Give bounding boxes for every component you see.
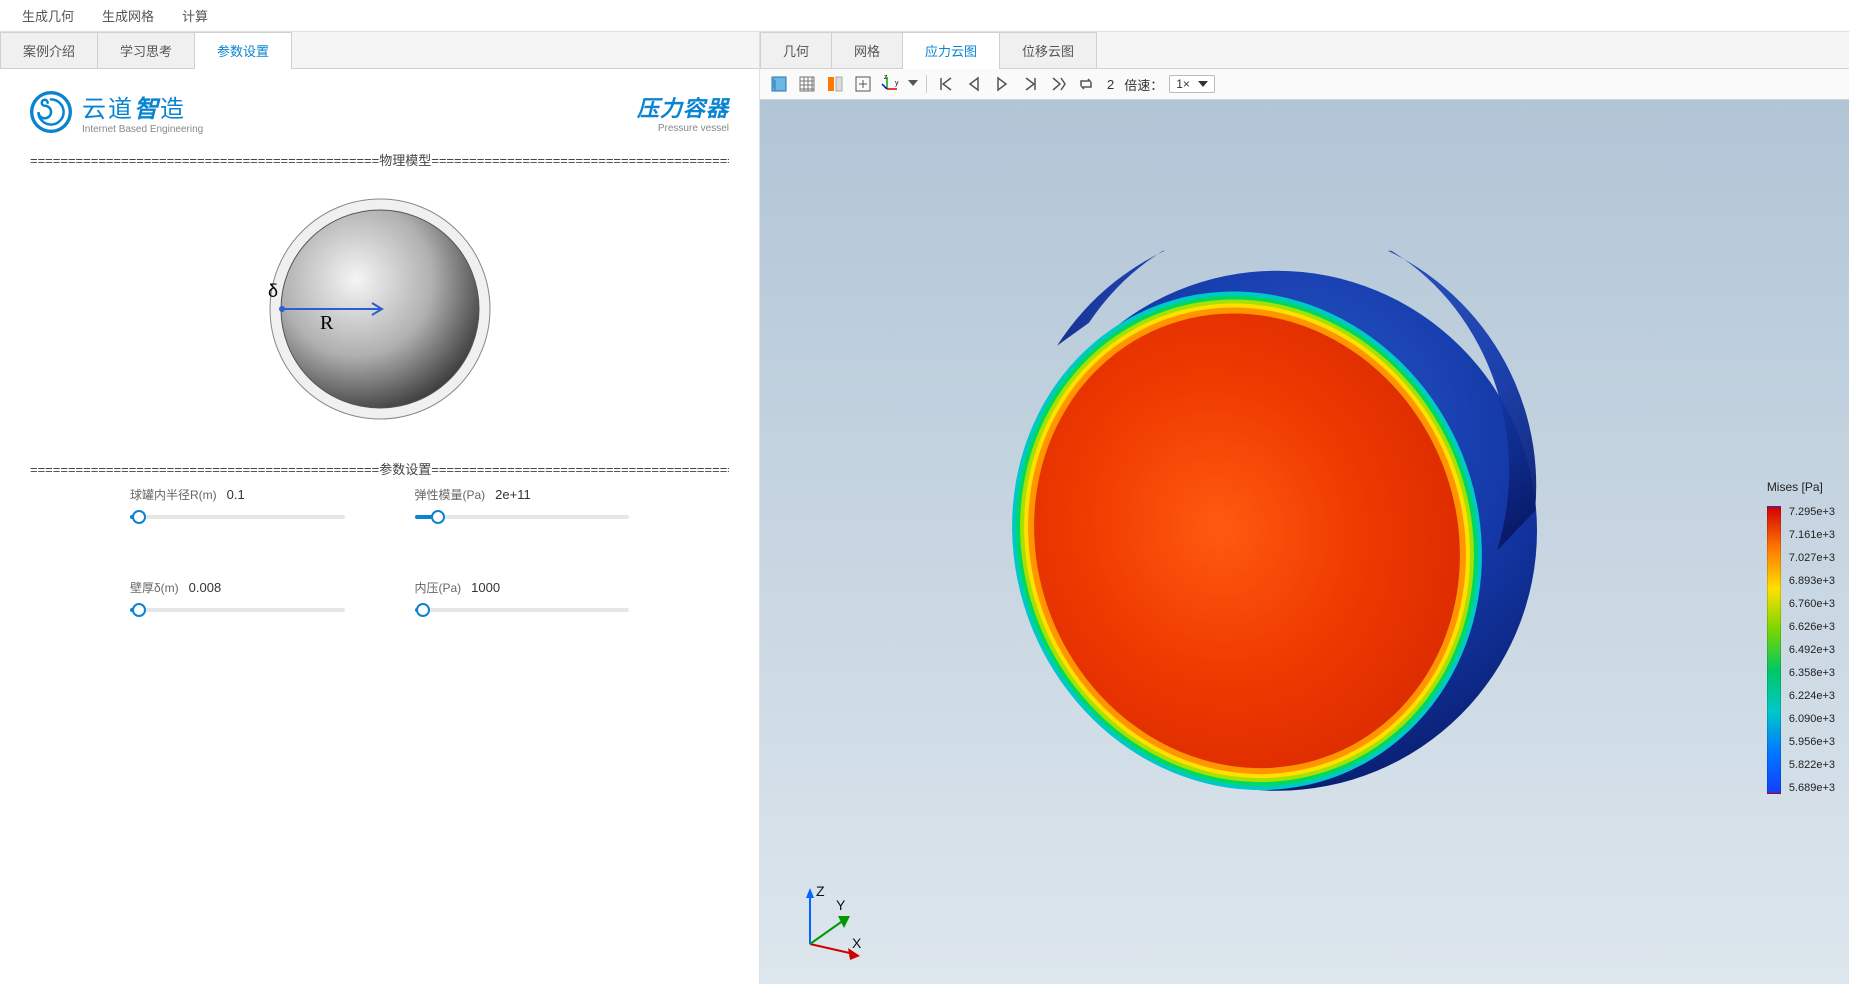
first-frame-icon[interactable] [935,73,957,95]
param-radius-label: 球罐内半径R(m) [130,486,217,503]
company-logo-icon [30,91,72,133]
menu-gen-mesh[interactable]: 生成网格 [98,4,158,27]
speed-select[interactable]: 1× [1169,75,1215,93]
section-divider-params: ========================================… [30,459,729,478]
fit-view-icon[interactable] [852,73,874,95]
tab-study[interactable]: 学习思考 [97,32,195,68]
last-frame-icon[interactable] [1047,73,1069,95]
svg-text:z: z [884,75,888,81]
param-radius-value: 0.1 [227,487,245,502]
slider-emodulus[interactable] [415,515,630,519]
param-thickness-label: 壁厚δ(m) [130,579,179,596]
prev-frame-icon[interactable] [963,73,985,95]
brand-cn: 云道智造 [82,89,203,124]
left-tab-bar: 案例介绍 学习思考 参数设置 [0,32,759,69]
speed-label: 倍速： [1124,75,1163,94]
box-view-icon[interactable] [768,73,790,95]
viz-toolbar: zy [760,69,1849,100]
param-pressure: 内压(Pa) 1000 [415,579,630,612]
param-pressure-value: 1000 [471,580,500,595]
grid-icon[interactable] [796,73,818,95]
param-thickness-value: 0.008 [189,580,222,595]
dropdown-arrow-icon[interactable] [908,80,918,88]
top-menu: 生成几何 生成网格 计算 [0,0,1849,32]
legend-title: Mises [Pa] [1767,480,1835,494]
svg-text:Z: Z [816,884,825,899]
frame-number: 2 [1107,77,1114,92]
loop-icon[interactable] [1075,73,1097,95]
slider-radius[interactable] [130,515,345,519]
right-pane: 几何 网格 应力云图 位移云图 zy [760,32,1849,984]
next-frame-icon[interactable] [1019,73,1041,95]
slider-thickness[interactable] [130,608,345,612]
left-content: 云道智造 Internet Based Engineering 压力容器 Pre… [0,69,759,984]
tab-stress[interactable]: 应力云图 [902,32,1000,68]
visualization-canvas[interactable]: Mises [Pa] 7.295e+3 7.161e+3 7.027e+3 6.… [760,100,1849,984]
tab-mesh[interactable]: 网格 [831,32,903,68]
tab-case-intro[interactable]: 案例介绍 [0,32,98,68]
model-diagram: δ R [30,189,729,429]
legend-ticks: 7.295e+3 7.161e+3 7.027e+3 6.893e+3 6.76… [1789,506,1835,794]
color-legend: Mises [Pa] 7.295e+3 7.161e+3 7.027e+3 6.… [1767,480,1835,794]
product-title-cn: 压力容器 [637,91,729,123]
legend-config-icon[interactable] [824,73,846,95]
section-divider-model: ========================================… [30,150,729,169]
stress-hemisphere [997,251,1557,811]
param-thickness: 壁厚δ(m) 0.008 [130,579,345,612]
brand-row: 云道智造 Internet Based Engineering 压力容器 Pre… [30,89,729,135]
param-emodulus-value: 2e+11 [495,487,531,502]
param-radius: 球罐内半径R(m) 0.1 [130,486,345,519]
product-title-en: Pressure vessel [637,123,729,134]
svg-text:Y: Y [836,897,846,913]
axis-orient-icon[interactable]: zy [880,73,902,95]
axis-triad-icon: Z X Y [790,884,880,964]
right-tab-bar: 几何 网格 应力云图 位移云图 [760,32,1849,69]
svg-text:R: R [320,312,334,334]
tab-disp[interactable]: 位移云图 [999,32,1097,68]
left-pane: 案例介绍 学习思考 参数设置 云道智造 I [0,32,760,984]
svg-text:δ: δ [268,281,278,301]
param-emodulus-label: 弹性模量(Pa) [415,486,486,503]
tab-geom[interactable]: 几何 [760,32,832,68]
param-emodulus: 弹性模量(Pa) 2e+11 [415,486,630,519]
svg-text:y: y [895,80,899,87]
chevron-down-icon [1198,81,1208,87]
menu-gen-geom[interactable]: 生成几何 [18,4,78,27]
menu-compute[interactable]: 计算 [178,4,212,27]
legend-colorbar [1767,506,1781,794]
svg-text:X: X [852,935,862,951]
param-pressure-label: 内压(Pa) [415,579,462,596]
slider-pressure[interactable] [415,608,630,612]
tab-param-settings[interactable]: 参数设置 [194,32,292,68]
params-block: 球罐内半径R(m) 0.1 弹性模量(Pa) 2e+11 [30,486,729,612]
play-icon[interactable] [991,73,1013,95]
brand-en: Internet Based Engineering [82,124,203,135]
